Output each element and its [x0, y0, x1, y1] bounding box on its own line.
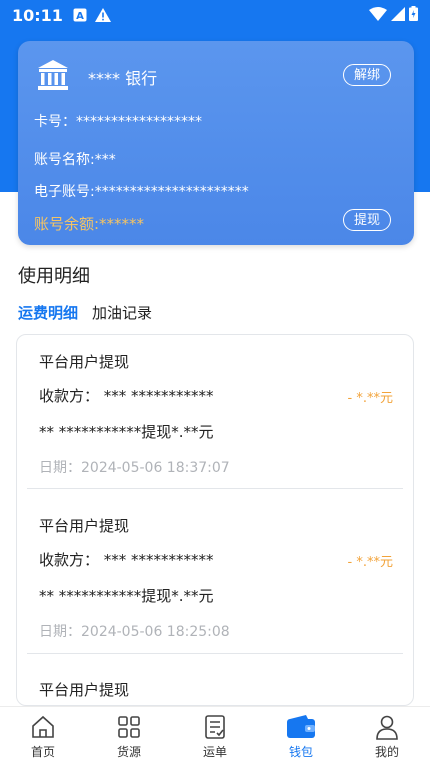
nav-label: 运单 [202, 744, 227, 759]
record-amount: - *.**元 [347, 391, 393, 406]
nav-label: 货源 [116, 744, 141, 759]
nav-home[interactable]: 首页 [0, 707, 86, 765]
withdraw-button[interactable]: 提现 [343, 209, 392, 231]
waybill-icon [203, 713, 227, 741]
record-payee: 收款方： *** *********** [39, 551, 214, 569]
record-amount: - *.**元 [347, 555, 393, 570]
detail-tabs: 运费明细 加油记录 [18, 302, 152, 323]
wifi-icon [369, 6, 387, 25]
record-title: 平台用户提现 [39, 353, 130, 371]
bank-card: **** 银行 解绑 卡号：****************** 账号名称:**… [18, 41, 414, 245]
bottom-nav: 首页 货源 运单 钱包 我的 [0, 706, 430, 765]
card-number: 卡号：****************** [34, 114, 202, 130]
record-date: 日期：2024-05-06 18:37:07 [39, 460, 230, 476]
status-bar: 10:11 A [0, 0, 430, 30]
nav-waybill[interactable]: 运单 [172, 707, 258, 765]
user-icon [375, 713, 399, 741]
section-title: 使用明细 [18, 266, 90, 287]
signal-icon [391, 6, 405, 25]
account-name: 账号名称:*** [34, 152, 116, 168]
record-title: 平台用户提现 [39, 681, 130, 699]
record-title: 平台用户提现 [39, 517, 130, 535]
notification-a-icon: A [73, 8, 87, 22]
nav-wallet[interactable]: 钱包 [258, 707, 344, 765]
bank-icon [36, 59, 70, 95]
tab-fuel-record[interactable]: 加油记录 [92, 302, 152, 323]
record-date: 日期：2024-05-06 18:25:08 [39, 624, 230, 640]
svg-text:A: A [76, 11, 84, 22]
electronic-account: 电子账号:********************** [34, 184, 249, 200]
grid-icon [117, 713, 141, 741]
wallet-icon [286, 713, 316, 741]
account-balance: 账号余额:****** [34, 215, 145, 233]
home-icon [30, 713, 56, 741]
tab-freight-detail[interactable]: 运费明细 [18, 302, 78, 323]
nav-label: 我的 [374, 744, 399, 759]
nav-goods[interactable]: 货源 [86, 707, 172, 765]
nav-label: 钱包 [288, 744, 313, 759]
divider [27, 488, 403, 489]
record-payee: 收款方： *** *********** [39, 387, 214, 405]
status-time: 10:11 [12, 5, 63, 25]
battery-icon [409, 5, 418, 25]
record-remark: ** ***********提现*.**元 [39, 423, 214, 441]
nav-label: 首页 [30, 744, 55, 759]
divider [27, 653, 403, 654]
nav-mine[interactable]: 我的 [344, 707, 430, 765]
record-remark: ** ***********提现*.**元 [39, 587, 214, 605]
warning-icon [94, 8, 111, 22]
bank-name: **** 银行 [88, 69, 158, 88]
record-list[interactable]: 平台用户提现 收款方： *** *********** - *.**元 ** *… [16, 334, 414, 706]
unbind-button[interactable]: 解绑 [343, 64, 392, 86]
